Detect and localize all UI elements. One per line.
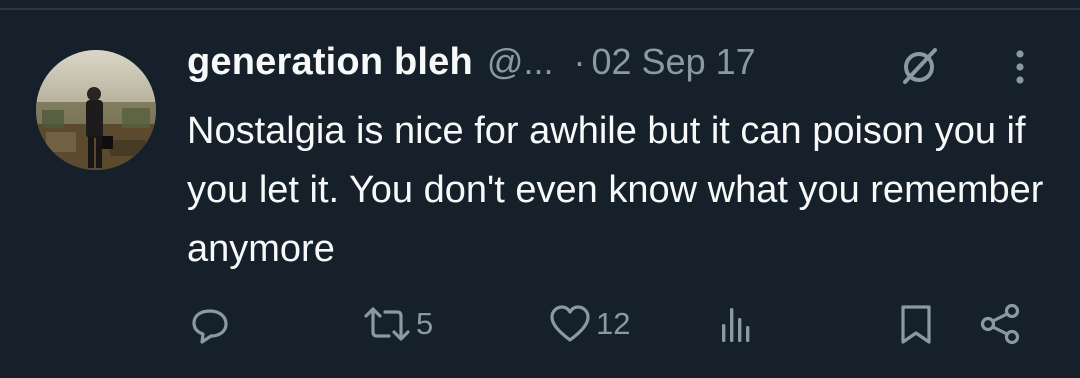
tweet[interactable]: generation bleh @... · 02 Sep 17 Nostalg… — [0, 10, 1080, 378]
heart-icon — [548, 302, 592, 346]
reply-button[interactable] — [188, 302, 232, 346]
bookmark-button[interactable] — [894, 302, 938, 346]
action-bar: 5 12 — [0, 302, 1080, 346]
separator-dot: · — [573, 41, 586, 82]
repost-button[interactable]: 5 — [362, 302, 433, 346]
vertical-dots-icon[interactable] — [1000, 44, 1040, 88]
share-icon — [978, 302, 1022, 346]
like-button[interactable]: 12 — [548, 302, 630, 346]
reply-icon — [188, 302, 232, 346]
tweet-text: Nostalgia is nice for awhile but it can … — [187, 110, 1044, 270]
bookmark-icon — [894, 302, 938, 346]
share-button[interactable] — [978, 302, 1022, 346]
repost-icon — [362, 302, 412, 346]
handle[interactable]: @... — [487, 41, 554, 83]
views-bar-icon — [714, 302, 758, 346]
avatar[interactable] — [36, 50, 156, 170]
display-name[interactable]: generation bleh — [187, 41, 473, 84]
timestamp[interactable]: 02 Sep 17 — [591, 41, 755, 83]
grok-slash-icon[interactable] — [898, 44, 942, 88]
views-button[interactable] — [714, 302, 758, 346]
like-count: 12 — [596, 306, 631, 341]
tweet-header: generation bleh @... · 02 Sep 17 — [187, 40, 756, 84]
repost-count: 5 — [416, 306, 434, 341]
